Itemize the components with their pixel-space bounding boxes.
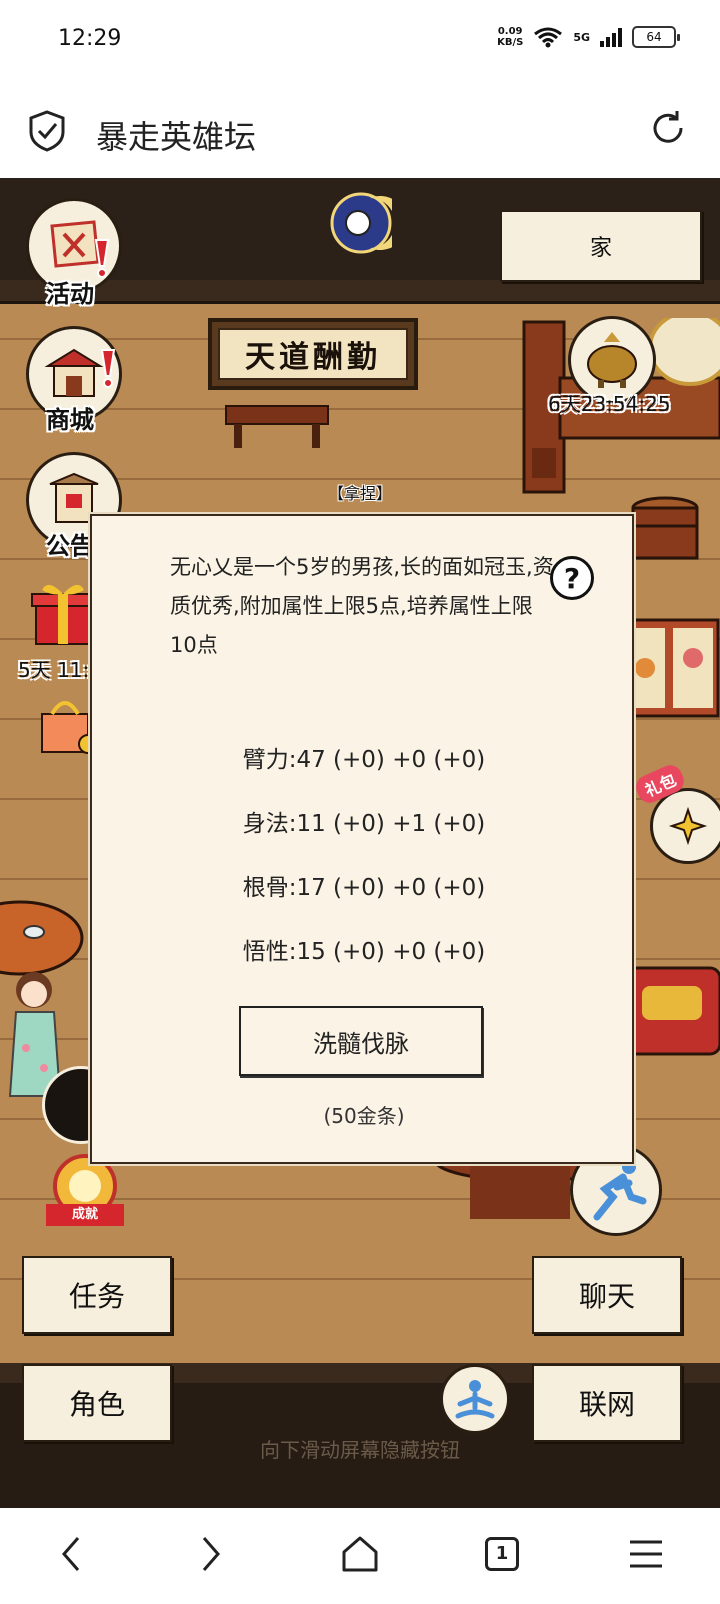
gift-box-icon[interactable] [28,578,98,648]
browser-toolbar: 暴走英雄坛 [0,84,720,178]
achievement-button[interactable]: 成就 [44,1152,126,1234]
activity-label: 活动 [46,280,94,308]
home-icon [342,1536,378,1572]
status-time: 12:29 [58,26,122,51]
hide-buttons-hint: 向下滑动屏幕隐藏按钮 [260,1438,460,1462]
network-speed: 0.09 KB/S [497,26,523,48]
role-button[interactable]: 角色 [22,1364,172,1442]
status-indicators: 0.09 KB/S 5G 64 [497,26,680,48]
stat-constitution: 根骨:17 (+0) +0 (+0) [242,875,486,901]
character-detail-dialog: 无心乂是一个5岁的男孩,长的面如冠玉,资质优秀,附加属性上限5点,培养属性上限1… [90,514,634,1164]
wall-sign: 天道酬勤 [208,318,418,390]
barrel-decoration [631,496,699,560]
status-bar: 12:29 0.09 KB/S 5G 64 [0,0,720,84]
ceiling-beam [0,280,720,304]
meditate-button[interactable] [440,1364,510,1434]
menu-button[interactable] [622,1530,670,1578]
game-canvas: 天道酬勤 家 活动 商城 公告 5天 11:5 6天23:54:25 【拿捏】 … [0,178,720,1508]
tabs-icon: 1 [485,1537,519,1571]
tabs-button[interactable]: 1 [478,1530,526,1578]
shield-check-icon[interactable] [28,110,66,152]
shop-icon [44,348,104,397]
gift-pack-button[interactable] [650,788,720,864]
refine-cost: (50金条) [323,1104,405,1128]
shrine-table-decoration [225,405,329,448]
battery-icon: 64 [632,26,680,48]
chat-button[interactable]: 聊天 [532,1256,682,1334]
gift-pack-icon [668,806,708,846]
help-icon[interactable]: ? [550,556,594,600]
meditation-icon [455,1380,495,1419]
back-icon [62,1537,80,1571]
activity-alert-icon [94,239,110,278]
browser-navbar: 1 [0,1508,720,1604]
network-speed-value: 0.09 [497,26,523,37]
stat-strength: 臂力:47 (+0) +0 (+0) [242,747,486,773]
sign-text: 天道酬勤 [218,328,408,380]
home-button[interactable]: 家 [500,210,702,282]
task-button[interactable]: 任务 [22,1256,172,1334]
wifi-icon [534,27,563,48]
incense-burner-icon [587,332,637,388]
page-title: 暴走英雄坛 [96,118,257,156]
forward-button[interactable] [188,1530,236,1578]
forward-icon [202,1537,220,1571]
character-description: 无心乂是一个5岁的男孩,长的面如冠玉,资质优秀,附加属性上限5点,培养属性上限1… [170,555,554,657]
stat-perception: 悟性:15 (+0) +0 (+0) [242,939,486,965]
shop-alert-icon [100,349,116,388]
menu-icon [630,1540,662,1568]
moon-icon[interactable] [330,192,392,254]
notice-label: 公告 [46,532,94,560]
signal-icon [600,27,622,47]
running-man-icon [593,1160,647,1221]
shop-label: 商城 [46,406,94,434]
refresh-icon[interactable] [648,108,688,148]
npc-tag: 【拿捏】 [328,484,393,503]
network-speed-unit: KB/S [497,37,524,48]
network-type: 5G [573,30,590,44]
stat-agility: 身法:11 (+0) +1 (+0) [242,811,486,837]
refine-meridians-button[interactable]: 洗髓伐脉 [239,1006,483,1076]
back-button[interactable] [46,1530,94,1578]
network-button[interactable]: 联网 [532,1364,682,1442]
home-nav-button[interactable] [336,1530,384,1578]
achievement-label: 成就 [46,1204,124,1226]
event-timer: 6天23:54:25 [548,392,671,416]
